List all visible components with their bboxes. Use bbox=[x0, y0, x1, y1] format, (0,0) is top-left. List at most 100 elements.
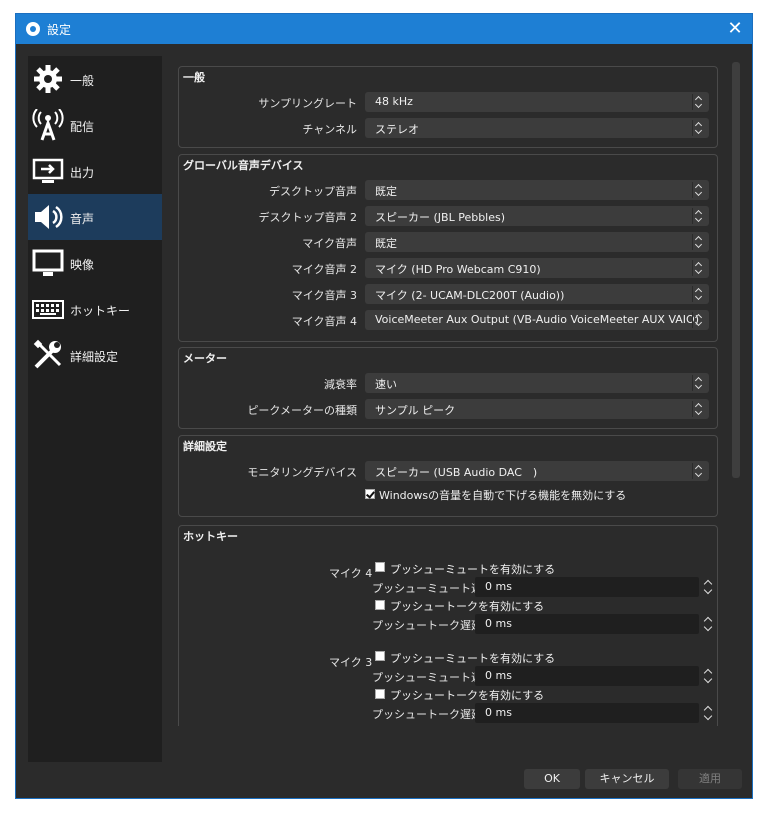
global-audio-devices-group: グローバル音声デバイス デスクトップ音声 既定 デスクトップ音声 2 スピーカー… bbox=[178, 154, 718, 342]
push-to-talk-delay-input[interactable]: 0 ms bbox=[475, 614, 699, 634]
window-title: 設定 bbox=[47, 23, 72, 37]
vertical-scrollbar[interactable] bbox=[732, 58, 740, 726]
mic-audio-select[interactable]: 既定 bbox=[365, 232, 709, 252]
push-to-talk-label: プッシュートークを有効にする bbox=[390, 600, 545, 613]
sample-rate-row: サンプリングレート 48 kHz bbox=[179, 92, 718, 112]
chevron-updown-icon bbox=[692, 94, 707, 110]
chevron-updown-icon bbox=[692, 286, 707, 302]
chevron-updown-icon bbox=[692, 208, 707, 224]
push-to-mute-delay-input[interactable]: 0 ms bbox=[475, 577, 699, 597]
gear-icon bbox=[34, 65, 62, 93]
device-row: デスクトップ音声 既定 bbox=[179, 180, 718, 200]
cancel-button[interactable]: キャンセル bbox=[585, 769, 669, 789]
tools-icon bbox=[33, 339, 62, 369]
spin-updown-icon[interactable] bbox=[701, 666, 715, 686]
spin-value: 0 ms bbox=[485, 580, 512, 593]
chevron-updown-icon bbox=[692, 463, 707, 479]
mic-audio-4-select[interactable]: VoiceMeeter Aux Output (VB-Audio VoiceMe… bbox=[365, 310, 709, 330]
spin-updown-icon[interactable] bbox=[701, 614, 715, 634]
disable-ducking-label: Windowsの音量を自動で下げる機能を無効にする bbox=[379, 489, 627, 502]
push-to-mute-checkbox[interactable] bbox=[375, 651, 385, 661]
speaker-icon bbox=[35, 205, 63, 229]
decay-rate-select[interactable]: 速い bbox=[365, 373, 709, 393]
push-to-talk-delay-input[interactable]: 0 ms bbox=[475, 703, 699, 723]
sidebar-item-label: 出力 bbox=[70, 166, 95, 180]
group-title: ホットキー bbox=[183, 530, 238, 543]
monitoring-row: モニタリングデバイス スピーカー (USB Audio DAC ) bbox=[179, 461, 718, 481]
chevron-updown-icon bbox=[692, 312, 707, 328]
combo-value: 既定 bbox=[375, 237, 397, 250]
chevron-updown-icon bbox=[692, 375, 707, 391]
combo-value: スピーカー (USB Audio DAC ) bbox=[375, 466, 538, 479]
combo-value: VoiceMeeter Aux Output (VB-Audio VoiceMe… bbox=[375, 313, 700, 326]
mic-audio-3-select[interactable]: マイク (2- UCAM-DLC200T (Audio)) bbox=[365, 284, 709, 304]
push-to-talk-checkbox[interactable] bbox=[375, 600, 385, 610]
ok-button[interactable]: OK bbox=[524, 769, 580, 789]
sidebar-item-label: ホットキー bbox=[70, 304, 131, 318]
channel-select[interactable]: ステレオ bbox=[365, 118, 709, 138]
monitoring-device-select[interactable]: スピーカー (USB Audio DAC ) bbox=[365, 461, 709, 481]
general-group: 一般 サンプリングレート 48 kHz チャンネル ステレオ bbox=[178, 66, 718, 148]
sidebar-item-label: 配信 bbox=[70, 120, 95, 134]
sidebar-item-hotkeys[interactable]: ホットキー bbox=[28, 286, 162, 332]
chevron-updown-icon bbox=[692, 234, 707, 250]
monitoring-device-label: モニタリングデバイス bbox=[247, 466, 357, 479]
apply-button[interactable]: 適用 bbox=[678, 769, 742, 789]
settings-sidebar: 一般 配信 出力 音声 映像 ホットキー 詳細設定 bbox=[28, 56, 162, 762]
push-to-talk-delay-label: プッシュートーク遅延 bbox=[372, 619, 482, 632]
push-to-talk-delay-label: プッシュートーク遅延 bbox=[372, 708, 482, 721]
close-button[interactable]: ✕ bbox=[718, 14, 752, 44]
peak-meter-select[interactable]: サンプル ピーク bbox=[365, 399, 709, 419]
device-label: マイク音声 3 bbox=[291, 289, 357, 302]
combo-value: 既定 bbox=[375, 185, 397, 198]
push-to-talk-checkbox[interactable] bbox=[375, 689, 385, 699]
push-to-mute-label: プッシューミュートを有効にする bbox=[390, 652, 556, 665]
mic-audio-2-select[interactable]: マイク (HD Pro Webcam C910) bbox=[365, 258, 709, 278]
group-title: メーター bbox=[183, 352, 227, 365]
monitor-icon bbox=[32, 249, 64, 276]
spin-value: 0 ms bbox=[485, 706, 512, 719]
sidebar-item-output[interactable]: 出力 bbox=[28, 148, 162, 194]
device-row: マイク音声 既定 bbox=[179, 232, 718, 252]
obs-logo-icon bbox=[26, 22, 40, 36]
device-row: デスクトップ音声 2 スピーカー (JBL Pebbles) bbox=[179, 206, 718, 226]
spin-updown-icon[interactable] bbox=[701, 703, 715, 723]
desktop-audio-2-select[interactable]: スピーカー (JBL Pebbles) bbox=[365, 206, 709, 226]
scrollbar-thumb[interactable] bbox=[732, 62, 740, 478]
advanced-group: 詳細設定 モニタリングデバイス スピーカー (USB Audio DAC ) W… bbox=[178, 435, 718, 517]
device-row: マイク音声 4 VoiceMeeter Aux Output (VB-Audio… bbox=[179, 310, 718, 330]
sidebar-item-video[interactable]: 映像 bbox=[28, 240, 162, 286]
hotkey-source-name: マイク 3 bbox=[329, 656, 373, 669]
spin-updown-icon[interactable] bbox=[701, 577, 715, 597]
combo-value: スピーカー (JBL Pebbles) bbox=[375, 211, 506, 224]
group-title: 詳細設定 bbox=[183, 440, 227, 453]
peak-row: ピークメーターの種類 サンプル ピーク bbox=[179, 399, 718, 419]
channel-label: チャンネル bbox=[302, 123, 357, 136]
sidebar-item-label: 一般 bbox=[70, 74, 95, 88]
device-label: マイク音声 2 bbox=[291, 263, 357, 276]
combo-value: サンプル ピーク bbox=[375, 404, 456, 417]
sidebar-item-audio[interactable]: 音声 bbox=[28, 194, 162, 240]
push-to-mute-checkbox[interactable] bbox=[375, 562, 385, 572]
peak-meter-label: ピークメーターの種類 bbox=[247, 404, 357, 417]
meters-group: メーター 減衰率 速い ピークメーターの種類 サンプル ピーク bbox=[178, 347, 718, 429]
decay-label: 減衰率 bbox=[324, 378, 357, 391]
chevron-updown-icon bbox=[692, 182, 707, 198]
push-to-mute-label: プッシューミュートを有効にする bbox=[390, 563, 556, 576]
chevron-updown-icon bbox=[692, 260, 707, 276]
push-to-mute-delay-input[interactable]: 0 ms bbox=[475, 666, 699, 686]
hotkeys-group: ホットキー マイク 4 プッシューミュートを有効にする プッシューミュート遅延 … bbox=[178, 525, 718, 726]
spin-value: 0 ms bbox=[485, 617, 512, 630]
group-title: 一般 bbox=[183, 71, 205, 84]
push-to-talk-label: プッシュートークを有効にする bbox=[390, 689, 545, 702]
sidebar-item-general[interactable]: 一般 bbox=[28, 56, 162, 102]
sidebar-item-advanced[interactable]: 詳細設定 bbox=[28, 332, 162, 378]
sidebar-item-stream[interactable]: 配信 bbox=[28, 102, 162, 148]
chevron-updown-icon bbox=[692, 120, 707, 136]
desktop-audio-select[interactable]: 既定 bbox=[365, 180, 709, 200]
sample-rate-select[interactable]: 48 kHz bbox=[365, 92, 709, 112]
disable-ducking-checkbox[interactable] bbox=[365, 489, 375, 499]
sidebar-item-label: 詳細設定 bbox=[70, 350, 119, 364]
combo-value: 48 kHz bbox=[375, 95, 413, 108]
combo-value: マイク (HD Pro Webcam C910) bbox=[375, 263, 541, 276]
